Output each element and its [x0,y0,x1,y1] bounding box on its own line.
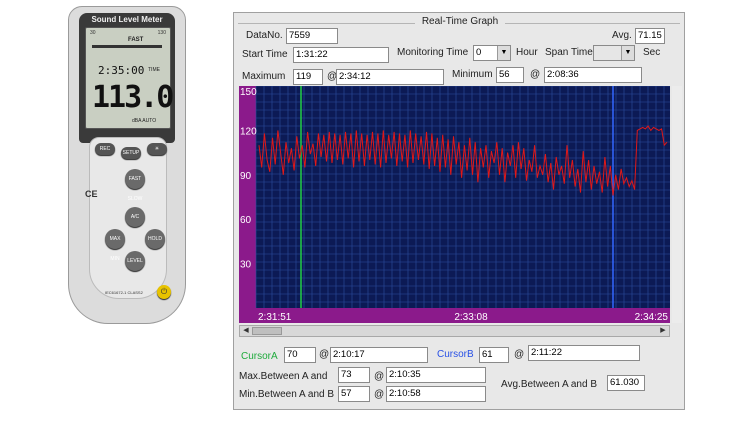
window-title: Real-Time Graph [415,16,505,27]
y-tick-label: 90 [240,171,252,182]
lcd-response: FAST [128,37,144,43]
realtime-graph[interactable]: 150 120 90 60 30 2:31:51 2:33:08 2:34:25 [239,86,670,323]
real-time-graph-window: Real-Time Graph DataNo. 7559 Avg. 71.15 … [233,12,685,410]
y-tick-label: 30 [240,260,252,271]
monitoring-time-select[interactable]: 0 ▼ [473,45,511,61]
maximum-label: Maximum [242,71,286,82]
cursor-a-at-label: @ [319,349,330,360]
lcd-bar [92,45,162,48]
device-standard: IEC61672-1 CLASS2 [105,290,143,295]
avg-between-field[interactable]: 61.030 [607,375,645,391]
power-button[interactable]: ⏻ [157,285,171,299]
backlight-button[interactable]: ☀ [147,143,167,155]
max-between-time-field[interactable]: 2:10:35 [386,367,486,383]
sound-level-meter-device: Sound Level Meter 30 130 FAST 2:35:00 TI… [68,6,186,324]
fast-slow-button[interactable]: FAST SLOW [125,169,145,202]
graph-vertical-track [672,86,682,323]
cursor-b-time-field[interactable]: 2:11:22 [528,345,640,361]
ce-mark: CE [85,189,98,199]
lcd-scale: 30 130 [90,30,166,36]
scroll-thumb[interactable] [252,327,282,335]
device-brand: Sound Level Meter [91,15,163,24]
sec-label: Sec [643,47,661,58]
cursor-a-time-field[interactable]: 2:10:17 [330,347,428,363]
y-tick-label: 150 [240,87,257,98]
level-button[interactable]: LEVEL [125,251,145,271]
graph-horizontal-scrollbar[interactable]: ◀ ▶ [239,325,670,337]
max-between-field[interactable]: 73 [338,367,370,383]
cursor-a-field[interactable]: 70 [284,347,316,363]
y-tick-label: 60 [240,215,252,226]
monitoring-time-value: 0 [476,47,482,58]
cursor-a-label: CursorA [241,351,278,362]
min-between-field[interactable]: 57 [338,386,370,402]
min-between-time-field[interactable]: 2:10:58 [386,386,486,402]
cursor-b-field[interactable]: 61 [479,347,509,363]
x-tick-label: 2:33:08 [454,312,488,323]
scroll-left-icon[interactable]: ◀ [240,326,252,336]
avg-between-label: Avg.Between A and B [501,379,598,390]
max-between-label: Max.Between A and [239,371,328,382]
device-lcd: 30 130 FAST 2:35:00 TIME 113.0 dBA AUTO [85,27,174,129]
min-between-at-label: @ [374,389,385,400]
hour-label: Hour [516,47,538,58]
maximum-field[interactable]: 119 [293,69,323,85]
min-between-label: Min.Between A and B [239,389,335,400]
span-time-label: Span Time [545,47,593,58]
avg-label: Avg. [612,30,632,41]
chevron-down-icon[interactable]: ▼ [621,46,634,60]
setup-button[interactable]: SETUP [121,147,141,159]
x-tick-label: 2:31:51 [258,312,292,323]
chevron-down-icon[interactable]: ▼ [497,46,510,60]
lcd-scale-high: 130 [157,30,166,36]
minimum-time-field[interactable]: 2:08:36 [544,67,642,83]
start-time-label: Start Time [242,49,288,60]
minimum-at-label: @ [530,69,541,80]
scroll-right-icon[interactable]: ▶ [657,326,669,336]
minimum-field[interactable]: 56 [496,67,524,83]
max-between-at-label: @ [374,371,385,382]
lcd-scale-low: 30 [90,30,96,36]
max-min-button[interactable]: MAX MIN [105,229,125,262]
cursor-b-label: CursorB [437,349,474,360]
start-time-field[interactable]: 1:31:22 [293,47,389,63]
x-tick-label: 2:34:25 [635,312,669,323]
span-time-select[interactable]: ▼ [593,45,635,61]
maximum-time-field[interactable]: 2:34:12 [336,69,444,85]
lcd-mode: dBA AUTO [132,118,157,124]
minimum-label: Minimum [452,69,493,80]
y-tick-label: 120 [240,126,257,137]
cursor-b-at-label: @ [514,349,525,360]
monitoring-time-label: Monitoring Time [397,47,469,58]
data-no-label: DataNo. [246,30,283,41]
lcd-reading: 113.0 [92,80,174,115]
rec-button[interactable]: REC [95,143,115,155]
data-no-field[interactable]: 7559 [286,28,338,44]
lcd-time-label: TIME [148,67,160,73]
ac-button[interactable]: A/C [125,207,145,227]
lcd-time: 2:35:00 [98,64,145,77]
hold-button[interactable]: HOLD [145,229,165,249]
avg-field[interactable]: 71.15 [635,28,665,44]
